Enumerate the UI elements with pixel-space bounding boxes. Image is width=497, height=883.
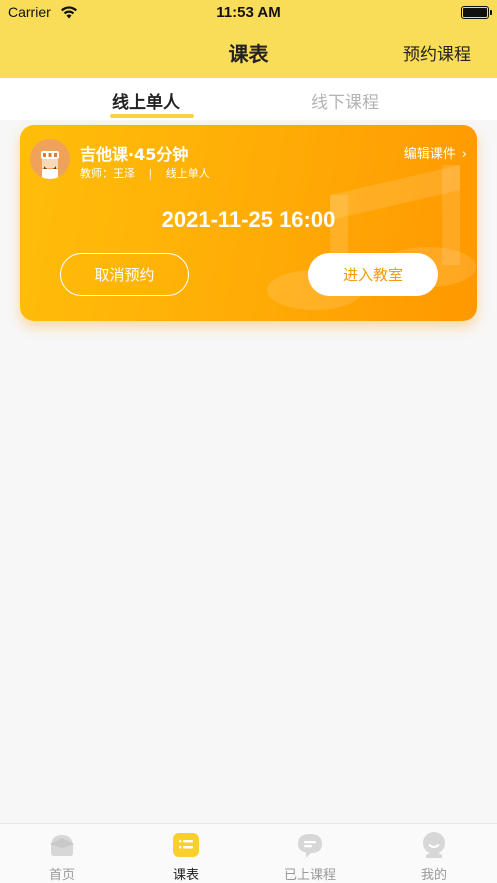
schedule-icon bbox=[173, 833, 199, 857]
enter-classroom-button[interactable]: 进入教室 bbox=[308, 253, 438, 296]
bottom-tab-bar: 首页 课表 已上课程 我的 bbox=[0, 823, 497, 883]
profile-icon bbox=[423, 832, 445, 858]
status-bar: Carrier 11:53 AM bbox=[0, 0, 497, 26]
book-course-button[interactable]: 预约课程 bbox=[403, 40, 471, 65]
meta-separator: | bbox=[148, 167, 153, 180]
chevron-right-icon: › bbox=[461, 147, 467, 162]
tab-online-single[interactable]: 线上单人 bbox=[112, 88, 180, 113]
tabbar-item-profile[interactable]: 我的 bbox=[372, 824, 496, 883]
course-datetime: 2021-11-25 16:00 bbox=[161, 207, 336, 232]
tabbar-item-schedule[interactable]: 课表 bbox=[124, 824, 248, 883]
tab-offline-courses[interactable]: 线下课程 bbox=[311, 88, 379, 113]
tabbar-item-home[interactable]: 首页 bbox=[0, 824, 124, 883]
cancel-booking-button[interactable]: 取消预约 bbox=[60, 253, 189, 296]
edit-courseware-link[interactable]: 编辑课件 › bbox=[404, 143, 467, 162]
tabbar-label-profile: 我的 bbox=[420, 868, 447, 883]
teacher-avatar bbox=[30, 139, 70, 179]
teacher-info: 教师：王泽 bbox=[80, 167, 135, 180]
course-mode: 线上单人 bbox=[165, 167, 210, 180]
home-icon bbox=[50, 835, 74, 856]
avatar-illustration bbox=[41, 151, 59, 179]
edit-courseware-label: 编辑课件 bbox=[403, 147, 456, 162]
course-meta: 教师：王泽 | 线上单人 bbox=[80, 165, 210, 181]
tabbar-item-past-courses[interactable]: 已上课程 bbox=[248, 824, 372, 883]
tabbar-label-past-courses: 已上课程 bbox=[283, 868, 336, 883]
tabbar-label-schedule: 课表 bbox=[172, 868, 199, 883]
course-title: 吉他课·45分钟 bbox=[80, 145, 189, 164]
header: Carrier 11:53 AM 课表 预约课程 bbox=[0, 0, 497, 78]
tabbar-label-home: 首页 bbox=[48, 868, 75, 883]
status-time: 11:53 AM bbox=[216, 4, 281, 21]
app-root: Carrier 11:53 AM 课表 预约课程 线上单人 线下课程 吉他课·4… bbox=[0, 0, 497, 883]
chat-bubble-icon bbox=[298, 834, 322, 858]
segment-tabs: 线上单人 线下课程 bbox=[0, 78, 497, 120]
battery-icon bbox=[461, 6, 492, 19]
course-card[interactable]: 吉他课·45分钟 教师：王泽 | 线上单人 编辑课件 › 2021-11-25 1… bbox=[20, 125, 477, 321]
active-tab-indicator bbox=[110, 114, 194, 118]
